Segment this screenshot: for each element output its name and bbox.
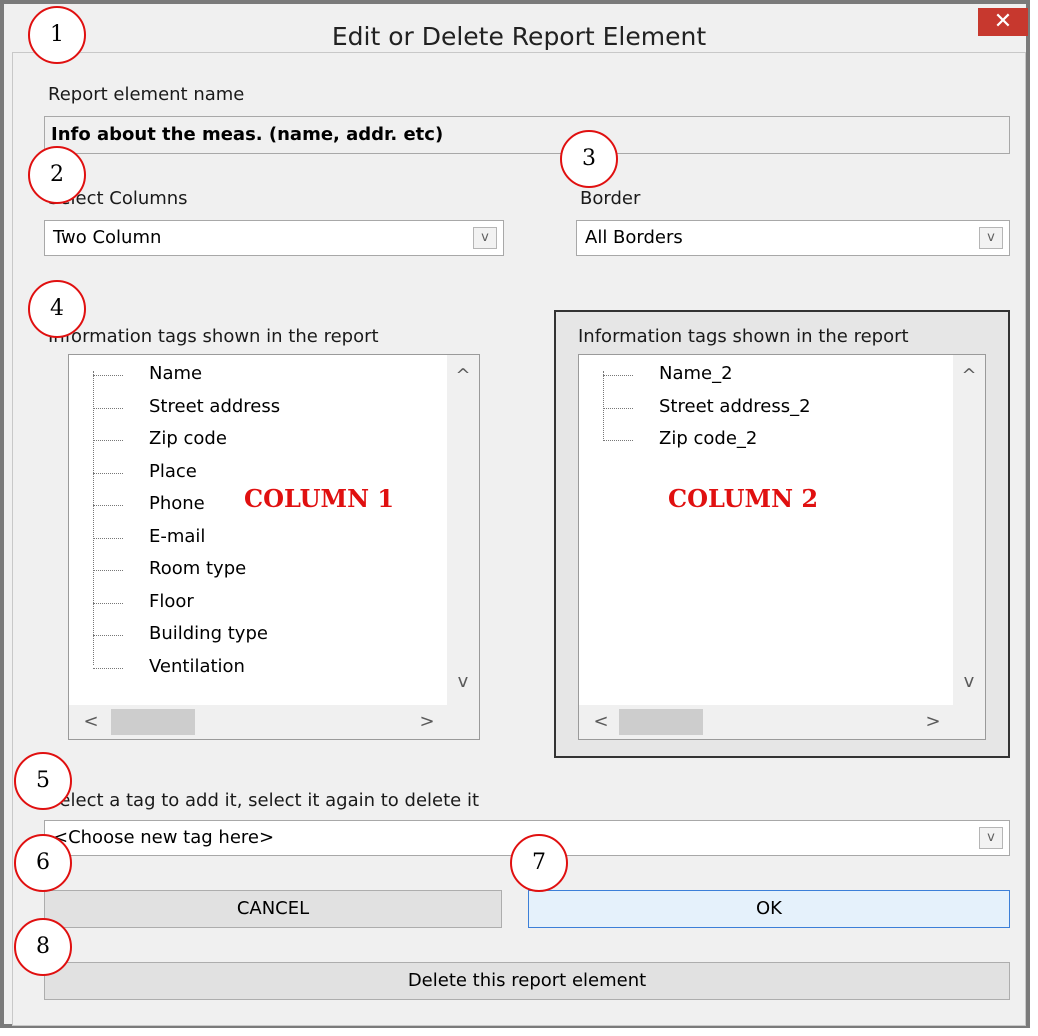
add-tag-label: Select a tag to add it, select it again … — [48, 790, 480, 811]
tree-item[interactable]: Building type — [69, 619, 439, 651]
callout-6: 6 — [14, 834, 72, 892]
tree-item[interactable]: Ventilation — [69, 652, 439, 684]
tree-connector — [93, 667, 123, 669]
scroll-corner — [447, 705, 479, 739]
callout-7: 7 — [510, 834, 568, 892]
close-button[interactable]: ✕ — [978, 8, 1028, 36]
cancel-button[interactable]: CANCEL — [44, 890, 502, 928]
columns-select-value: Two Column — [53, 227, 162, 248]
tree-item-label: Floor — [149, 590, 194, 612]
callout-3: 3 — [560, 130, 618, 188]
tree-item[interactable]: Zip code — [69, 424, 439, 456]
list1-tree[interactable]: Name Street address Zip code Place Phone E-ma… — [68, 354, 480, 740]
tree-connector — [93, 570, 123, 571]
callout-5: 5 — [14, 752, 72, 810]
tree-connector — [93, 407, 123, 409]
dialog-title: Edit or Delete Report Element — [331, 22, 707, 51]
tree-connector — [93, 505, 123, 506]
callout-2: 2 — [28, 146, 86, 204]
scroll-right-icon[interactable]: > — [415, 711, 439, 732]
scroll-down-icon[interactable]: v — [451, 671, 475, 692]
tree-connector — [93, 440, 123, 441]
scroll-left-icon[interactable]: < — [589, 711, 613, 732]
tree-item[interactable]: Zip code_2 — [579, 424, 949, 456]
callout-1: 1 — [28, 6, 86, 64]
tree-item-label: Room type — [149, 558, 247, 579]
add-tag-select-value: <Choose new tag here> — [53, 827, 275, 848]
list1-vscrollbar[interactable]: ^ v — [447, 355, 479, 707]
scroll-thumb[interactable] — [111, 709, 195, 735]
tree-item-label: Place — [149, 460, 197, 482]
tree-item[interactable]: Room type — [69, 554, 439, 586]
tree-connector — [93, 375, 123, 376]
list1-label: Information tags shown in the report — [48, 326, 379, 347]
tree-item-label: Ventilation — [149, 655, 245, 677]
column-2-marker: COLUMN 2 — [668, 484, 819, 513]
ok-button[interactable]: OK — [528, 890, 1010, 928]
tree-item[interactable]: Floor — [69, 587, 439, 619]
scroll-up-icon[interactable]: ^ — [451, 365, 475, 386]
scroll-corner — [953, 705, 985, 739]
border-label: Border — [580, 188, 641, 209]
tree-connector — [603, 440, 633, 441]
list2-hscrollbar[interactable]: < > — [579, 705, 955, 739]
tree-connector — [93, 472, 123, 474]
list2-vscrollbar[interactable]: ^ v — [953, 355, 985, 707]
scroll-up-icon[interactable]: ^ — [957, 365, 981, 386]
list1-hscrollbar[interactable]: < > — [69, 705, 449, 739]
border-select[interactable]: All Borders v — [576, 220, 1010, 256]
tree-item[interactable]: Name_2 — [579, 359, 949, 391]
chevron-down-icon[interactable]: v — [979, 827, 1003, 849]
tree-item[interactable]: E-mail — [69, 522, 439, 554]
tree-item-label: Street address_2 — [659, 395, 811, 417]
tree-item-label: Name_2 — [659, 363, 733, 384]
list2-label: Information tags shown in the report — [578, 326, 909, 347]
tree-item-label: Name — [149, 363, 203, 384]
tree-connector — [93, 602, 123, 604]
report-name-field[interactable]: Info about the meas. (name, addr. etc) — [44, 116, 1010, 154]
tree-item-label: Phone — [149, 493, 205, 514]
scroll-down-icon[interactable]: v — [957, 671, 981, 692]
tree-connector — [603, 407, 633, 409]
list2-tree[interactable]: Name_2 Street address_2 Zip code_2 ^ v < > — [578, 354, 986, 740]
tree-connector — [93, 635, 123, 636]
chevron-down-icon[interactable]: v — [473, 227, 497, 249]
tree-item-label: Street address — [149, 395, 281, 417]
tree-item[interactable]: Street address — [69, 392, 439, 424]
scroll-left-icon[interactable]: < — [79, 711, 103, 732]
scroll-thumb[interactable] — [619, 709, 703, 735]
callout-4: 4 — [28, 280, 86, 338]
border-select-value: All Borders — [585, 227, 683, 248]
tree-item-label: Zip code — [149, 428, 227, 449]
chevron-down-icon[interactable]: v — [979, 227, 1003, 249]
tree-item[interactable]: Street address_2 — [579, 392, 949, 424]
tree-item-label: Building type — [149, 623, 268, 644]
tree-connector — [93, 537, 123, 539]
columns-select[interactable]: Two Column v — [44, 220, 504, 256]
callout-8: 8 — [14, 918, 72, 976]
tree-item[interactable]: Name — [69, 359, 439, 391]
tree-item-label: Zip code_2 — [659, 428, 758, 449]
scroll-right-icon[interactable]: > — [921, 711, 945, 732]
tree-connector — [603, 375, 633, 376]
column-1-marker: COLUMN 1 — [244, 484, 395, 513]
report-name-label: Report element name — [48, 84, 245, 105]
tree-item-label: E-mail — [149, 525, 206, 547]
delete-element-button[interactable]: Delete this report element — [44, 962, 1010, 1000]
